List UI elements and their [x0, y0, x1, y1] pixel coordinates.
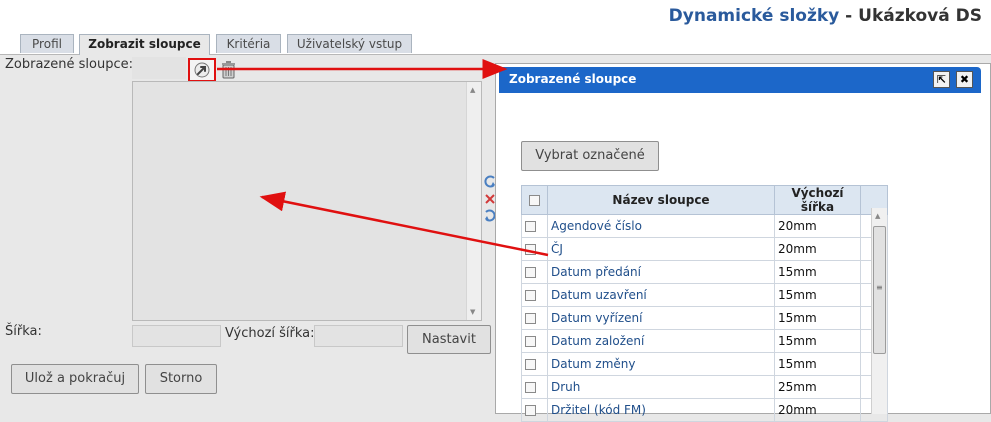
- row-checkbox-cell: [521, 329, 548, 353]
- tab-uzivatelsky-vstup[interactable]: Uživatelský vstup: [287, 34, 412, 53]
- list-scrollbar[interactable]: ▲ ▼: [466, 82, 481, 320]
- row-default-width: 15mm: [774, 306, 861, 330]
- row-checkbox[interactable]: [525, 267, 536, 278]
- table-row[interactable]: Datum vyřízení 15mm: [521, 306, 888, 330]
- select-columns-button[interactable]: [188, 58, 216, 82]
- displayed-columns-label: Zobrazené sloupce:: [5, 57, 133, 72]
- displayed-columns-field: [132, 57, 186, 79]
- row-checkbox-cell: [521, 214, 548, 238]
- move-down-icon[interactable]: [485, 209, 496, 222]
- move-up-icon[interactable]: [484, 175, 495, 188]
- row-default-width: 20mm: [774, 214, 861, 238]
- row-checkbox-cell: [521, 375, 548, 399]
- table-row[interactable]: Datum uzavření 15mm: [521, 283, 888, 307]
- page-title: Dynamické složky - Ukázková DS: [668, 6, 982, 26]
- table-row[interactable]: Datum předání 15mm: [521, 260, 888, 284]
- select-all-cell: [521, 185, 548, 215]
- table-row[interactable]: Agendové číslo 20mm: [521, 214, 888, 238]
- width-input[interactable]: [132, 325, 221, 347]
- open-picker-icon: [194, 62, 210, 78]
- row-checkbox-cell: [521, 306, 548, 330]
- row-checkbox[interactable]: [525, 336, 536, 347]
- table-row[interactable]: Držitel (kód FM) 20mm: [521, 398, 888, 422]
- column-header-width[interactable]: Výchozí šířka: [774, 185, 861, 215]
- row-checkbox[interactable]: [525, 382, 536, 393]
- save-continue-button[interactable]: Ulož a pokračuj: [11, 364, 139, 394]
- column-header-name[interactable]: Název sloupce: [547, 185, 775, 215]
- page-header: Dynamické složky - Ukázková DS: [0, 0, 991, 32]
- default-width-input[interactable]: [314, 325, 403, 347]
- row-column-name[interactable]: Držitel (kód FM): [547, 398, 775, 422]
- row-default-width: 20mm: [774, 398, 861, 422]
- tab-bar: Profil Zobrazit sloupce Kritéria Uživate…: [0, 32, 991, 55]
- table-row[interactable]: Druh 25mm: [521, 375, 888, 399]
- dialog-header: Zobrazené sloupce ⇱ ✖: [499, 67, 981, 93]
- dialog-close-button[interactable]: ✖: [956, 71, 973, 88]
- row-checkbox[interactable]: [525, 405, 536, 416]
- cancel-button[interactable]: Storno: [145, 364, 217, 394]
- row-column-name[interactable]: Datum změny: [547, 352, 775, 376]
- row-default-width: 15mm: [774, 329, 861, 353]
- tab-zobrazit-sloupce[interactable]: Zobrazit sloupce: [79, 34, 210, 55]
- row-default-width: 15mm: [774, 352, 861, 376]
- table-scroll-up-icon: ▲: [875, 212, 881, 220]
- row-column-name[interactable]: Datum předání: [547, 260, 775, 284]
- table-row[interactable]: ČJ 20mm: [521, 237, 888, 261]
- grip-icon: ≡: [876, 283, 883, 292]
- tab-profil[interactable]: Profil: [20, 34, 74, 53]
- tab-kriteria[interactable]: Kritéria: [216, 34, 281, 53]
- row-default-width: 25mm: [774, 375, 861, 399]
- set-button[interactable]: Nastavit: [407, 325, 491, 354]
- select-all-checkbox[interactable]: [529, 195, 540, 206]
- table-scroll-thumb[interactable]: ≡: [873, 226, 886, 354]
- row-checkbox[interactable]: [525, 244, 536, 255]
- default-width-label: Výchozí šířka:: [225, 326, 315, 341]
- row-default-width: 15mm: [774, 283, 861, 307]
- row-checkbox[interactable]: [525, 313, 536, 324]
- page-name: Ukázková DS: [858, 6, 982, 26]
- width-label: Šířka:: [5, 324, 42, 339]
- delete-button[interactable]: [220, 60, 238, 80]
- scroll-up-icon: ▲: [470, 86, 476, 94]
- table-scrollbar[interactable]: ▲ ≡: [871, 208, 887, 414]
- row-column-name[interactable]: Druh: [547, 375, 775, 399]
- row-checkbox[interactable]: [525, 359, 536, 370]
- row-column-name[interactable]: Agendové číslo: [547, 214, 775, 238]
- row-checkbox-cell: [521, 398, 548, 422]
- trash-icon: [222, 61, 235, 79]
- close-icon: ✖: [959, 73, 970, 86]
- select-marked-button[interactable]: Vybrat označené: [521, 141, 659, 171]
- columns-table: Název sloupce Výchozí šířka Agendové čís…: [521, 185, 888, 422]
- row-default-width: 20mm: [774, 237, 861, 261]
- table-row[interactable]: Datum založení 15mm: [521, 329, 888, 353]
- row-checkbox[interactable]: [525, 290, 536, 301]
- table-row[interactable]: Datum změny 15mm: [521, 352, 888, 376]
- row-checkbox-cell: [521, 237, 548, 261]
- table-header-row: Název sloupce Výchozí šířka: [521, 185, 888, 215]
- row-default-width: 15mm: [774, 260, 861, 284]
- displayed-columns-list[interactable]: ▲ ▼: [132, 81, 482, 321]
- row-checkbox[interactable]: [525, 221, 536, 232]
- dialog-title: Zobrazené sloupce: [509, 72, 637, 86]
- row-checkbox-cell: [521, 352, 548, 376]
- remove-icon[interactable]: [485, 194, 495, 204]
- row-checkbox-cell: [521, 283, 548, 307]
- module-name: Dynamické složky: [668, 6, 840, 26]
- popout-icon: ⇱: [936, 73, 947, 86]
- row-column-name[interactable]: Datum uzavření: [547, 283, 775, 307]
- row-column-name[interactable]: Datum založení: [547, 329, 775, 353]
- row-column-name[interactable]: Datum vyřízení: [547, 306, 775, 330]
- scroll-down-icon: ▼: [470, 308, 476, 316]
- row-checkbox-cell: [521, 260, 548, 284]
- row-column-name[interactable]: ČJ: [547, 237, 775, 261]
- dialog-popout-button[interactable]: ⇱: [933, 71, 950, 88]
